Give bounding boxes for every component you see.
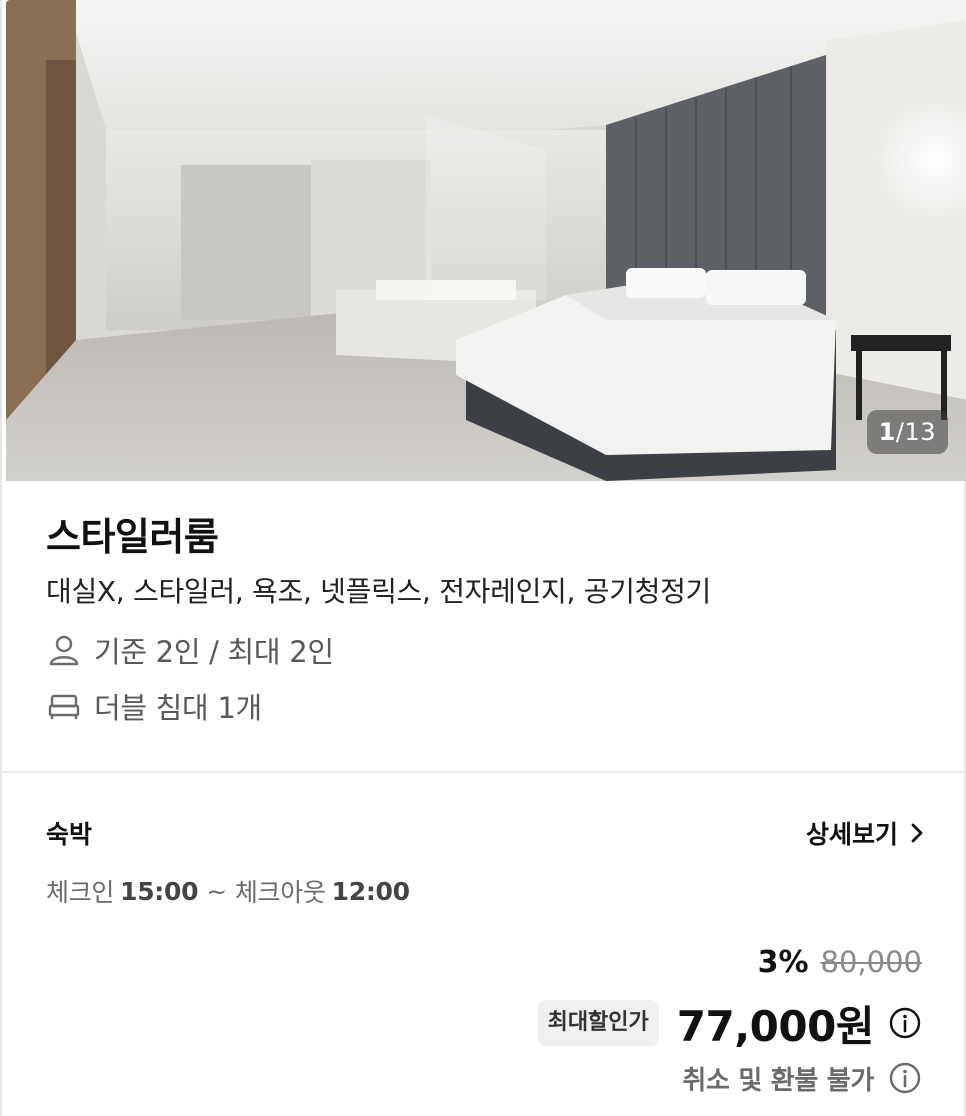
room-photo-image [6, 0, 966, 481]
room-amenities: 대실X, 스타일러, 욕조, 넷플릭스, 전자레인지, 공기청정기 [46, 575, 712, 608]
checkout-time: 12:00 [331, 876, 410, 906]
refund-policy: 취소 및 환불 불가 [682, 1065, 874, 1096]
stay-header: 숙박 상세보기 [46, 812, 926, 854]
final-price-row: 최대할인가 77,000원 [322, 992, 922, 1054]
bed-text: 더블 침대 1개 [94, 691, 262, 725]
final-price: 77,000원 [676, 1001, 875, 1051]
stay-type-label: 숙박 [46, 820, 93, 849]
bed-icon [46, 688, 82, 724]
room-card: 1/13 스타일러룸 대실X, 스타일러, 욕조, 넷플릭스, 전자레인지, 공… [0, 0, 966, 1116]
room-info: 스타일러룸 대실X, 스타일러, 욕조, 넷플릭스, 전자레인지, 공기청정기 … [46, 508, 926, 734]
max-discount-badge: 최대할인가 [537, 1000, 659, 1046]
discount-rate: 3% [757, 944, 809, 980]
chevron-right-icon [908, 822, 926, 844]
price-block: 3% 80,000 최대할인가 77,000원 취소 및 환불 불가 [322, 940, 922, 1102]
original-price: 80,000 [820, 945, 922, 979]
capacity-text: 기준 2인 / 최대 2인 [94, 635, 334, 669]
checkin-label: 체크인 [46, 878, 115, 907]
refund-info-icon[interactable] [888, 1061, 922, 1095]
checkin-checkout: 체크인 15:00 ~ 체크아웃 12:00 [46, 870, 410, 912]
capacity-row: 기준 2인 / 최대 2인 [46, 622, 926, 678]
person-icon [46, 632, 82, 668]
checkout-label: 체크아웃 [234, 878, 326, 907]
bed-row: 더블 침대 1개 [46, 678, 926, 734]
refund-row: 취소 및 환불 불가 [322, 1054, 922, 1102]
photo-counter: 1/13 [866, 410, 948, 454]
discount-row: 3% 80,000 [322, 940, 922, 984]
room-photo[interactable]: 1/13 [6, 0, 966, 481]
time-separator: ~ [206, 876, 227, 906]
room-title: 스타일러룸 [46, 515, 219, 559]
detail-button-label: 상세보기 [805, 820, 898, 849]
checkin-time: 15:00 [120, 876, 199, 906]
section-divider [2, 771, 964, 773]
detail-button[interactable]: 상세보기 [806, 815, 926, 851]
price-info-icon[interactable] [888, 1006, 922, 1040]
